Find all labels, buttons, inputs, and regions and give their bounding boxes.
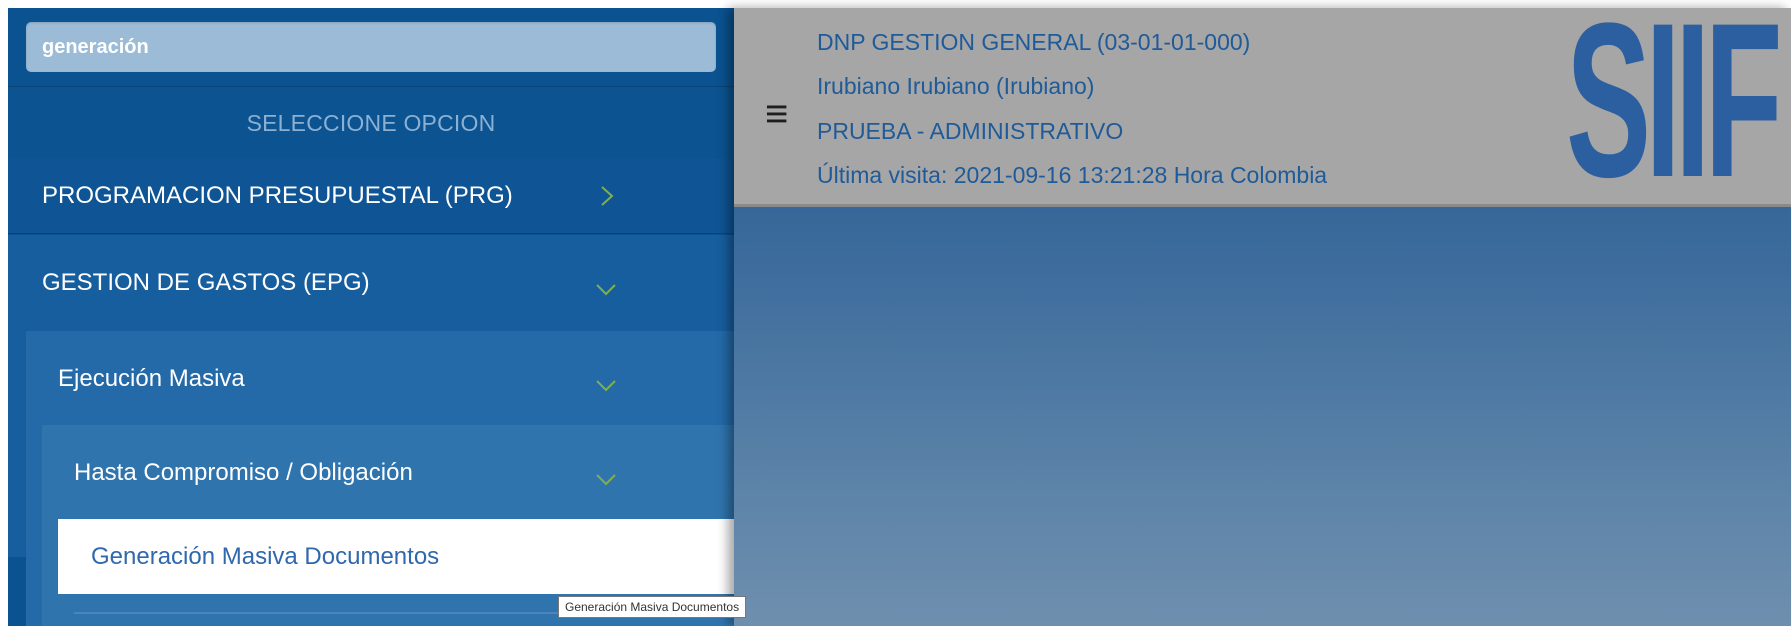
menu-item-label: PROGRAMACION PRESUPUESTAL (PRG) xyxy=(42,182,513,209)
chevron-right-icon xyxy=(595,185,617,207)
chevron-down-icon xyxy=(595,374,617,396)
menu-item-label: GESTION DE GASTOS (EPG) xyxy=(42,269,370,296)
last-visit-text: Última visita: 2021-09-16 13:21:28 Hora … xyxy=(817,162,1328,188)
select-option-label: SELECCIONE OPCION xyxy=(246,109,496,136)
search-input[interactable] xyxy=(26,22,716,72)
user-text: Irubiano Irubiano (Irubiano) xyxy=(817,73,1095,99)
logo-text: SIIF xyxy=(1566,14,1783,204)
search-box[interactable] xyxy=(26,22,716,72)
menu-item-generacion-masiva-documentos[interactable]: Generación Masiva Documentos xyxy=(58,519,734,594)
menu-item-label: Generación Masiva Documentos xyxy=(91,542,440,570)
menu-item-prg[interactable]: PROGRAMACION PRESUPUESTAL (PRG) xyxy=(8,159,734,234)
chevron-down-icon xyxy=(595,278,617,300)
entity-text: DNP GESTION GENERAL (03-01-01-000) xyxy=(817,29,1251,55)
hamburger-icon[interactable]: ≡ xyxy=(765,94,788,134)
tooltip: Generación Masiva Documentos xyxy=(558,596,747,618)
select-option-header: SELECCIONE OPCION xyxy=(8,86,734,160)
submenu-item-label: Hasta Compromiso / Obligación xyxy=(74,459,413,486)
sidebar-menu: SELECCIONE OPCION PROGRAMACION PRESUPUES… xyxy=(8,8,734,626)
main-content: ≡ DNP GESTION GENERAL (03-01-01-000) Iru… xyxy=(734,8,1791,626)
submenu-item-label: Ejecución Masiva xyxy=(58,365,245,392)
chevron-down-icon xyxy=(595,468,617,490)
profile-text: PRUEBA - ADMINISTRATIVO xyxy=(817,118,1124,144)
siif-logo: SIIF xyxy=(1556,14,1791,204)
top-header: ≡ DNP GESTION GENERAL (03-01-01-000) Iru… xyxy=(734,8,1791,207)
